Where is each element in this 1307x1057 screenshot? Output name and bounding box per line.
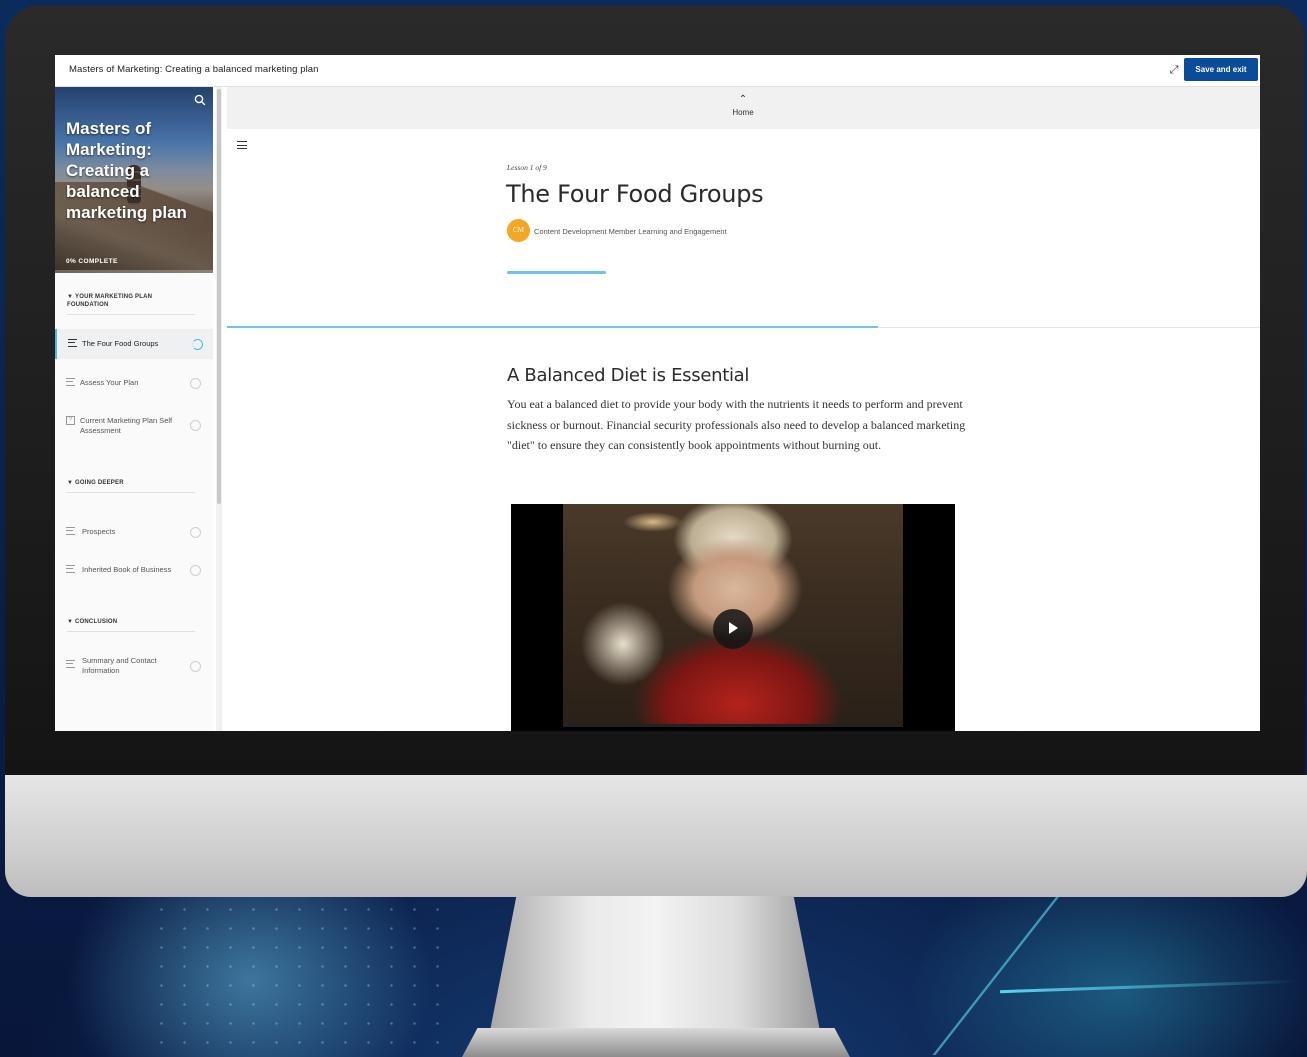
- lines-icon: [66, 565, 75, 573]
- incomplete-circle-icon: [190, 527, 201, 538]
- sidebar-lesson-self-assessment[interactable]: ? Current Marketing Plan Self Assessment: [55, 411, 213, 441]
- sidebar-lesson-four-food-groups[interactable]: The Four Food Groups: [55, 329, 213, 359]
- incomplete-circle-icon: [190, 378, 201, 389]
- background-light-beam: [932, 895, 1307, 1055]
- sidebar-scrollbar[interactable]: [216, 87, 222, 731]
- course-player-screen: Masters of Marketing: Creating a balance…: [55, 55, 1260, 731]
- lesson-counter: Lesson 1 of 9: [507, 163, 547, 172]
- sidebar-course-title: Masters of Marketing: Creating a balance…: [66, 119, 187, 222]
- lesson-title: The Four Food Groups: [506, 180, 764, 208]
- course-title: Masters of Marketing: Creating a balance…: [69, 64, 319, 75]
- section-header-going-deeper[interactable]: ▼ GOING DEEPER: [67, 479, 195, 493]
- video-lamp-glow: [623, 512, 683, 532]
- save-and-exit-button[interactable]: Save and exit: [1184, 58, 1258, 81]
- section-heading: A Balanced Diet is Essential: [507, 365, 750, 386]
- background-sparkles: [150, 900, 450, 1050]
- menu-icon[interactable]: [237, 141, 247, 149]
- chevron-up-icon: ⌃: [738, 94, 748, 105]
- section-header-conclusion[interactable]: ▼ CONCLUSION: [67, 618, 195, 632]
- course-topbar: Masters of Marketing: Creating a balance…: [55, 55, 1260, 87]
- author-name: Content Development Member Learning and …: [534, 227, 727, 236]
- section-header-foundation[interactable]: ▼ YOUR MARKETING PLAN FOUNDATION: [67, 293, 195, 315]
- sidebar-lesson-inherited-book[interactable]: Inherited Book of Business: [55, 555, 213, 585]
- sidebar-lesson-assess-your-plan[interactable]: Assess Your Plan: [55, 368, 213, 398]
- monitor-foot: [462, 1028, 850, 1057]
- video-player[interactable]: [511, 504, 955, 731]
- caret-down-icon: ▼: [67, 619, 74, 625]
- incomplete-circle-icon: [190, 661, 201, 672]
- home-bar[interactable]: ⌃ Home: [227, 87, 1260, 129]
- quiz-icon: ?: [66, 416, 75, 425]
- video-scrubber[interactable]: [563, 724, 903, 727]
- monitor-stand: [490, 896, 820, 1031]
- play-button[interactable]: [713, 609, 753, 649]
- course-hero-image: Masters of Marketing: Creating a balance…: [55, 87, 213, 273]
- incomplete-circle-icon: [190, 420, 201, 431]
- lines-icon: [66, 660, 75, 668]
- lesson-content: ⌃ Home Lesson 1 of 9 The Four Food Group…: [227, 87, 1260, 731]
- reading-progress-bar: [227, 326, 878, 328]
- lines-icon: [66, 378, 75, 386]
- author-avatar: CM: [507, 219, 530, 242]
- incomplete-circle-icon: [190, 565, 201, 576]
- home-link[interactable]: Home: [722, 108, 764, 117]
- caret-down-icon: ▼: [67, 480, 74, 486]
- sidebar-scroll-thumb[interactable]: [217, 89, 221, 504]
- section-body-text: You eat a balanced diet to provide your …: [507, 397, 966, 452]
- caret-down-icon: ▼: [67, 294, 74, 300]
- monitor-chin: [5, 775, 1307, 897]
- search-icon[interactable]: [193, 93, 207, 107]
- lines-icon: [66, 527, 75, 535]
- lines-icon: [68, 339, 77, 347]
- course-progress-label: 0% COMPLETE: [66, 258, 118, 265]
- sidebar-lesson-prospects[interactable]: Prospects: [55, 517, 213, 547]
- in-progress-icon: [192, 339, 203, 350]
- sidebar-lesson-summary[interactable]: Summary and Contact Information: [55, 652, 213, 682]
- title-accent-line: [507, 271, 606, 274]
- course-outline-sidebar: Masters of Marketing: Creating a balance…: [55, 87, 213, 731]
- course-progress-bar: [55, 270, 213, 273]
- expand-icon[interactable]: ⤢: [1167, 63, 1181, 77]
